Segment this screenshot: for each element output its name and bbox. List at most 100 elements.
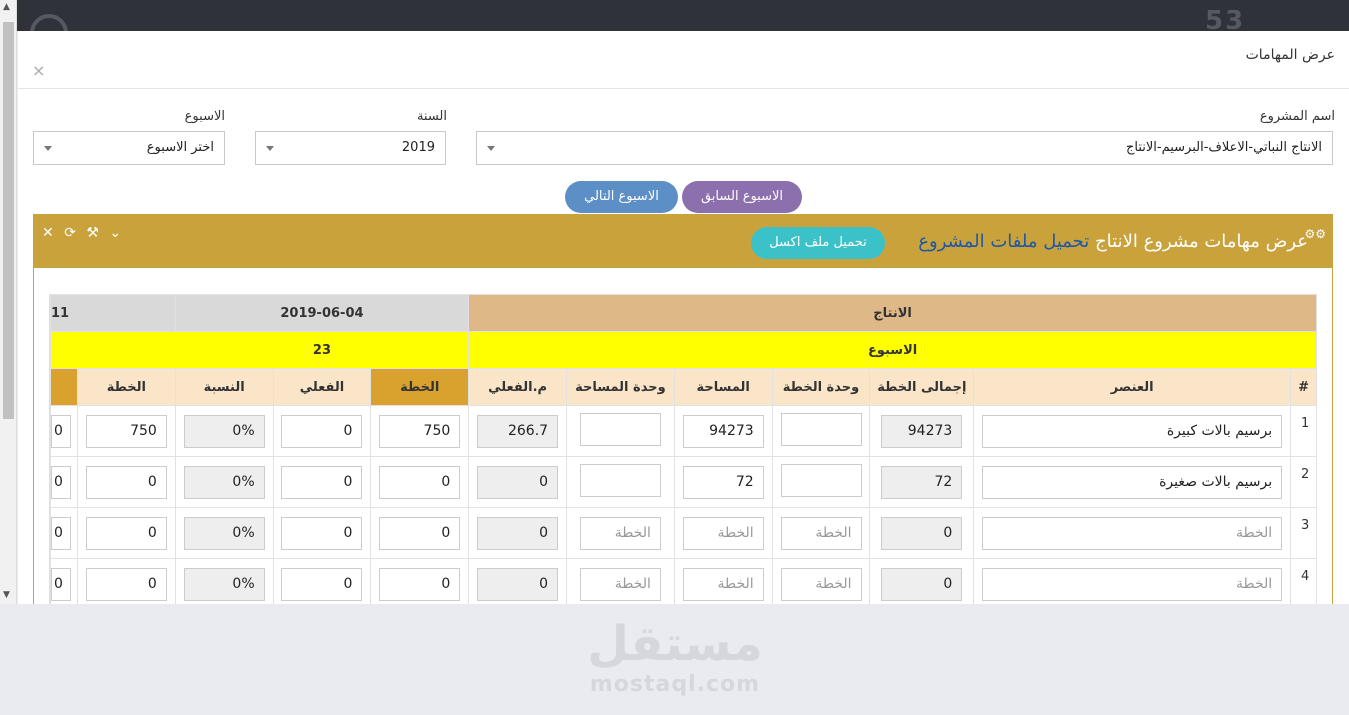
item-name-input[interactable]: الخطة <box>982 516 1283 550</box>
week-actual-input[interactable]: 0 <box>281 465 363 499</box>
background-topbar: 53 <box>0 0 1349 52</box>
next-week-input[interactable]: 0 <box>51 465 71 499</box>
total-plan-field: 72 <box>881 465 963 499</box>
col-num: # <box>1290 368 1317 406</box>
date-header: 2019-06-04 <box>174 294 470 332</box>
tasks-modal: عرض المهامات × اسم المشروع الانتاج النبا… <box>18 31 1349 604</box>
scroll-down-icon[interactable]: ▼ <box>3 590 10 600</box>
next-week-input[interactable]: 0 <box>51 516 71 550</box>
week-label: الاسبوع <box>184 109 225 124</box>
next-week-input[interactable]: 0 <box>51 414 71 448</box>
scrollbar-thumb[interactable] <box>3 22 14 419</box>
week-ratio-field: 0% <box>183 465 265 499</box>
row-number: 3 <box>1290 507 1317 559</box>
week-plan-input[interactable]: 0 <box>379 465 461 499</box>
area-input[interactable]: الخطة <box>682 567 764 601</box>
chevron-down-icon <box>487 146 495 151</box>
week-ratio-field: 0% <box>183 414 265 448</box>
watermark-latin: mostaql.com <box>589 672 761 697</box>
next-week-header-fragment <box>50 368 78 406</box>
tasks-panel: ⚙⚙ عرض مهامات مشروع الانتاج تحميل ملفات … <box>33 214 1333 604</box>
actual-area-field: 0 <box>477 567 559 601</box>
next-week-button[interactable]: الاسبوع التالي <box>565 181 678 213</box>
week-select[interactable]: اختر الاسبوع <box>33 131 225 165</box>
chevron-down-icon <box>266 146 274 151</box>
next-week-input[interactable]: 0 <box>51 567 71 601</box>
next-plan-input[interactable]: 0 <box>85 516 167 550</box>
actual-area-field: 0 <box>477 465 559 499</box>
week-select-value: اختر الاسبوع <box>146 140 214 155</box>
scroll-up-icon[interactable]: ▲ <box>3 2 10 12</box>
next-week-number-cell <box>50 331 176 369</box>
area-unit-input[interactable]: الخطة <box>579 567 661 601</box>
next-plan-input[interactable]: 0 <box>85 465 167 499</box>
week-plan-input[interactable]: 0 <box>379 516 461 550</box>
item-name-input[interactable]: برسيم بالات صغيرة <box>982 465 1283 499</box>
plan-unit-input[interactable]: الخطة <box>780 567 862 601</box>
plan-unit-input[interactable] <box>780 412 862 446</box>
next-plan-input[interactable]: 0 <box>85 567 167 601</box>
close-icon[interactable]: ✕ <box>42 225 54 241</box>
week-actual-input[interactable]: 0 <box>281 414 363 448</box>
area-input[interactable]: الخطة <box>682 516 764 550</box>
project-select[interactable]: الانتاج النباتي-الاعلاف-البرسيم-الانتاج <box>476 131 1333 165</box>
chevron-down-icon[interactable]: ⌄ <box>109 225 121 241</box>
col-actual-area: م.الفعلي <box>468 368 567 406</box>
week-header: الاسبوع <box>468 331 1317 369</box>
next-plan-input[interactable]: 750 <box>85 414 167 448</box>
week-actual-input[interactable]: 0 <box>281 567 363 601</box>
project-files-link[interactable]: تحميل ملفات المشروع <box>918 231 1089 252</box>
col-area: المساحة <box>673 368 773 406</box>
panel-tools: ✕ ⟳ ⚒ ⌄ <box>42 225 127 241</box>
year-label: السنة <box>416 109 447 124</box>
modal-header: عرض المهامات × <box>18 31 1349 89</box>
table-row: 0 0 0% 0 0 0 72 72 برسيم بالات صغيرة 2 <box>50 456 1317 508</box>
table-row: 0 0 0% 0 0 0 الخطة الخطة الخطة 0 الخطة 4 <box>50 558 1317 604</box>
area-input[interactable]: 94273 <box>682 414 764 448</box>
area-unit-input[interactable] <box>579 463 661 497</box>
col-week-ratio: النسبة <box>174 368 274 406</box>
panel-title-text: عرض مهامات مشروع الانتاج <box>1095 231 1308 252</box>
col-item: العنصر <box>973 368 1292 406</box>
total-plan-field: 0 <box>881 516 963 550</box>
area-input[interactable]: 72 <box>682 465 764 499</box>
row-number: 4 <box>1290 558 1317 604</box>
download-excel-button[interactable]: تحميل ملف اكسل <box>751 227 885 259</box>
tasks-table: 11 2019-06-04 الانتاج 23 الاسبوع الخطة ا… <box>49 294 1317 604</box>
row-number: 1 <box>1290 405 1317 457</box>
previous-week-button[interactable]: الاسبوع السابق <box>682 181 802 213</box>
area-unit-input[interactable] <box>579 412 661 446</box>
plan-unit-input[interactable] <box>780 463 862 497</box>
item-name-input[interactable]: الخطة <box>982 567 1283 601</box>
plan-unit-input[interactable]: الخطة <box>780 516 862 550</box>
week-ratio-field: 0% <box>183 516 265 550</box>
chevron-down-icon <box>44 146 52 151</box>
page-scrollbar[interactable]: ▲ ▼ <box>0 0 17 604</box>
actual-area-field: 266.7 <box>477 414 559 448</box>
next-date-header: 11 <box>50 294 176 332</box>
item-name-input[interactable]: برسيم بالات كبيرة <box>982 414 1283 448</box>
project-select-value: الانتاج النباتي-الاعلاف-البرسيم-الانتاج <box>1125 140 1322 155</box>
row-number: 2 <box>1290 456 1317 508</box>
year-select[interactable]: 2019 <box>255 131 446 165</box>
col-week-plan: الخطة <box>370 368 470 406</box>
col-next-plan: الخطة <box>76 368 176 406</box>
tasks-table-body: 11 2019-06-04 الانتاج 23 الاسبوع الخطة ا… <box>50 294 1317 604</box>
area-unit-input[interactable]: الخطة <box>579 516 661 550</box>
week-actual-input[interactable]: 0 <box>281 516 363 550</box>
week-plan-input[interactable]: 750 <box>379 414 461 448</box>
col-area-unit: وحدة المساحة <box>565 368 675 406</box>
refresh-icon[interactable]: ⟳ <box>64 225 76 241</box>
close-icon[interactable]: × <box>32 61 45 80</box>
week-plan-input[interactable]: 0 <box>379 567 461 601</box>
col-week-actual: الفعلي <box>272 368 372 406</box>
table-row: 0 0 0% 0 0 0 الخطة الخطة الخطة 0 الخطة 3 <box>50 507 1317 559</box>
total-plan-field: 94273 <box>881 414 963 448</box>
actual-area-field: 0 <box>477 516 559 550</box>
week-ratio-field: 0% <box>183 567 265 601</box>
watermark-arabic: مستقل <box>587 616 763 672</box>
total-plan-field: 0 <box>881 567 963 601</box>
wrench-icon[interactable]: ⚒ <box>86 225 99 241</box>
project-label: اسم المشروع <box>1259 109 1335 124</box>
col-plan-unit: وحدة الخطة <box>771 368 871 406</box>
